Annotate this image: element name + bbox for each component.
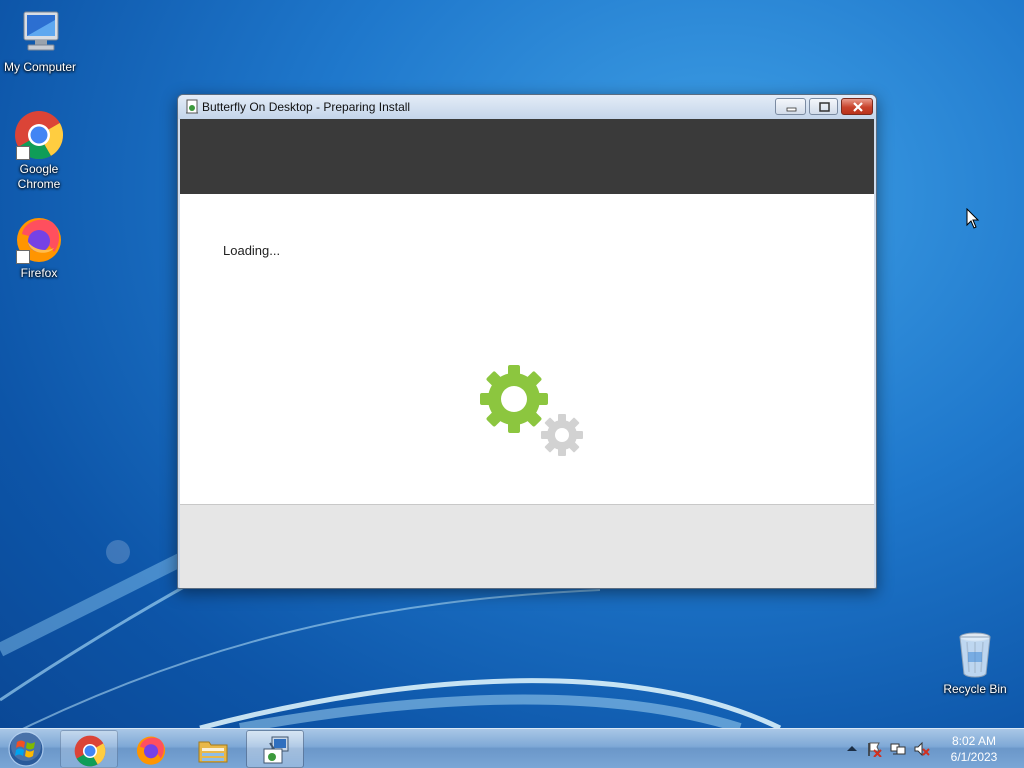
chrome-icon [14,110,64,160]
taskbar-clock[interactable]: 8:02 AM 6/1/2023 [936,733,1012,765]
mouse-cursor-icon [966,208,980,229]
shortcut-arrow-icon [16,146,30,160]
desktop-icon-label: Google Chrome [17,162,61,191]
window-titlebar[interactable]: Butterfly On Desktop - Preparing Install [178,95,876,119]
clock-date: 6/1/2023 [950,750,998,764]
desktop-icon-label: Recycle Bin [943,682,1007,696]
recycle-bin-icon [950,630,1000,680]
firefox-icon [14,214,64,264]
shortcut-arrow-icon [16,250,30,264]
chrome-icon [74,735,106,767]
taskbar-chrome-button[interactable] [60,730,118,768]
desktop-icon-google-chrome[interactable]: Google Chrome [0,110,79,192]
installer-icon [186,99,198,114]
taskbar-firefox-button[interactable] [122,730,180,768]
start-button[interactable] [4,730,48,768]
windows-logo-icon [8,731,44,767]
close-button[interactable] [841,98,873,115]
window-footer [180,504,874,588]
desktop-icon-recycle-bin[interactable]: Recycle Bin [935,630,1015,697]
maximize-button[interactable] [809,98,838,115]
network-icon[interactable] [890,741,906,757]
installer-window: Butterfly On Desktop - Preparing Install… [177,94,877,589]
loading-gears-icon [480,365,583,456]
firefox-icon [136,736,166,765]
taskbar-explorer-button[interactable] [184,730,242,768]
window-client-area: Loading... [180,119,874,588]
desktop-icon-firefox[interactable]: Firefox [0,214,79,281]
taskbar: 8:02 AM 6/1/2023 [0,728,1024,768]
folder-icon [198,741,228,763]
computer-icon [15,8,65,58]
desktop-icon-my-computer[interactable]: My Computer [0,8,80,75]
desktop-icon-label: My Computer [3,60,77,74]
action-center-flag-icon[interactable] [866,741,882,757]
loading-status-text: Loading... [223,243,281,258]
volume-muted-icon[interactable] [914,741,930,757]
installer-icon [263,736,289,764]
header-banner [180,119,874,194]
window-title: Butterfly On Desktop - Preparing Install [202,100,411,114]
show-hidden-icons-arrow[interactable] [844,741,860,757]
clock-time: 8:02 AM [951,734,997,748]
minimize-button[interactable] [775,98,806,115]
taskbar-installer-button[interactable] [246,730,304,768]
desktop-icon-label: Firefox [20,266,58,280]
